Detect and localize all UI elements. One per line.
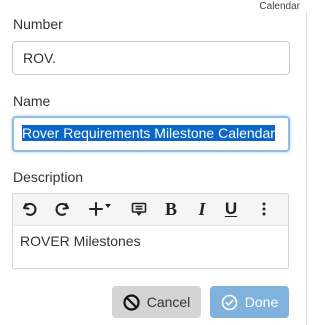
check-circle-icon — [221, 294, 238, 311]
done-label: Done — [244, 294, 279, 310]
done-button[interactable]: Done — [210, 286, 289, 318]
bold-button[interactable]: B — [160, 197, 182, 221]
number-label: Number — [13, 16, 63, 32]
italic-button[interactable]: I — [191, 197, 213, 221]
description-text[interactable]: ROVER Milestones — [20, 233, 141, 249]
name-field[interactable]: Rover Requirements Milestone Calendar — [12, 116, 290, 152]
more-icon[interactable] — [253, 197, 275, 221]
caret-down-icon — [104, 204, 111, 208]
cancel-button[interactable]: Cancel — [112, 286, 201, 318]
underline-button[interactable]: U — [220, 197, 242, 221]
name-label: Name — [13, 93, 51, 109]
comment-icon[interactable] — [128, 197, 150, 221]
redo-icon[interactable] — [51, 197, 73, 221]
plus-icon — [88, 201, 104, 217]
undo-icon[interactable] — [19, 197, 41, 221]
cancel-label: Cancel — [146, 294, 191, 310]
description-label: Description — [13, 169, 84, 185]
cancel-icon — [123, 293, 140, 311]
panel-divider — [306, 12, 307, 325]
view-title-label: Calendar — [259, 1, 300, 12]
number-field[interactable]: ROV. — [12, 41, 290, 75]
description-editor[interactable]: B I U ROVER Milestones — [12, 193, 289, 269]
editor-toolbar: B I U — [13, 194, 288, 226]
name-value: Rover Requirements Milestone Calendar — [22, 125, 275, 141]
insert-dropdown[interactable] — [83, 197, 115, 221]
number-value: ROV. — [23, 50, 56, 66]
